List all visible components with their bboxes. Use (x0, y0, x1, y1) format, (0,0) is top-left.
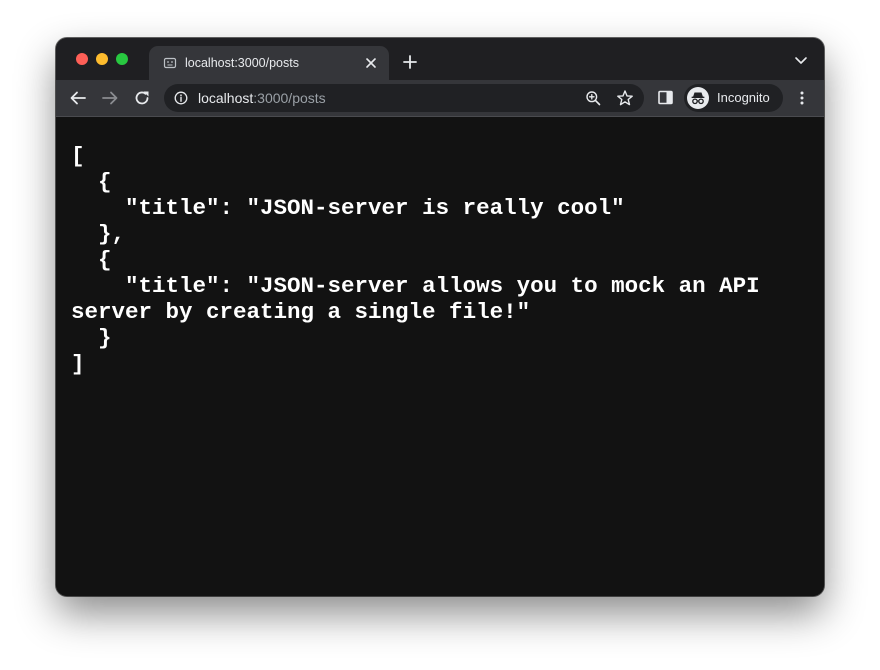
new-tab-icon[interactable] (402, 54, 418, 70)
url-text: localhost:3000/posts (198, 90, 326, 106)
browser-window: localhost:3000/posts localhost:3000/post… (56, 38, 824, 596)
back-arrow-icon[interactable] (69, 89, 87, 107)
close-tab-icon[interactable] (363, 55, 379, 71)
kebab-menu-icon[interactable] (794, 90, 810, 106)
url-path: :3000/posts (253, 90, 326, 106)
json-response-text: [ { "title": "JSON-server is really cool… (71, 143, 760, 377)
incognito-icon (687, 87, 709, 109)
forward-arrow-icon[interactable] (101, 89, 119, 107)
close-window-button[interactable] (76, 53, 88, 65)
document-icon (163, 57, 177, 69)
side-panel-icon[interactable] (658, 90, 673, 105)
tab-title: localhost:3000/posts (185, 56, 299, 70)
reload-icon[interactable] (133, 89, 151, 107)
star-icon[interactable] (616, 89, 634, 107)
chevron-down-icon[interactable] (794, 56, 808, 66)
profile-label: Incognito (717, 90, 770, 105)
page-content: [ { "title": "JSON-server is really cool… (56, 117, 824, 596)
info-icon[interactable] (174, 91, 188, 105)
profile-button[interactable]: Incognito (684, 84, 783, 112)
browser-toolbar: localhost:3000/posts Incognito (56, 80, 824, 117)
tab-active[interactable]: localhost:3000/posts (149, 46, 389, 80)
minimize-window-button[interactable] (96, 53, 108, 65)
maximize-window-button[interactable] (116, 53, 128, 65)
address-bar[interactable]: localhost:3000/posts (164, 84, 644, 112)
tab-strip: localhost:3000/posts (56, 38, 824, 80)
url-host: localhost (198, 90, 254, 106)
zoom-icon[interactable] (585, 90, 601, 106)
